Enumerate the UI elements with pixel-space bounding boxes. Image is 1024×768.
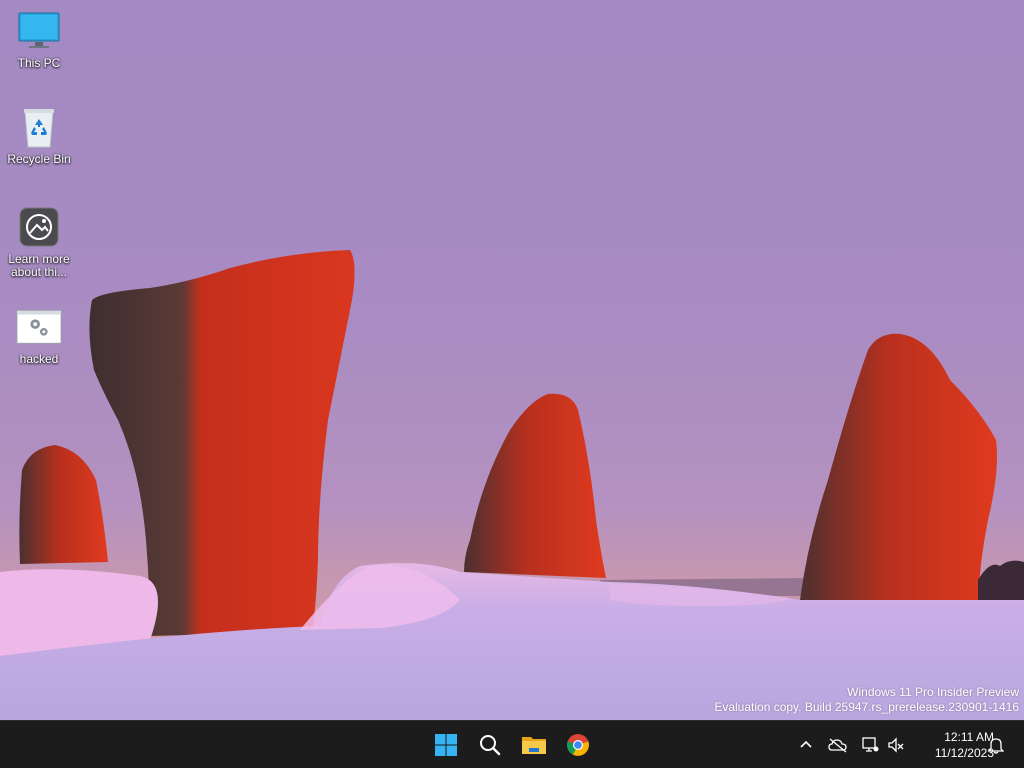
recycle-bin-icon [16,104,62,150]
desktop-icon-recycle-bin[interactable]: Recycle Bin [4,104,74,166]
desktop-icon-learn-more[interactable]: Learn more about thi... [4,204,74,279]
clock-date: 11/12/2023 [934,746,994,760]
onedrive-tray-button[interactable] [826,733,850,757]
search-button[interactable] [470,725,510,765]
file-explorer-button[interactable] [514,725,554,765]
start-button[interactable] [426,725,466,765]
desktop[interactable]: This PC Recycle Bin Learn more about thi… [0,0,1024,720]
volume-tray-button[interactable] [884,733,908,757]
desktop-icon-label: Learn more about thi... [8,252,70,279]
wallpaper-image [0,250,1024,720]
search-icon [480,735,501,756]
learn-more-icon [16,204,62,250]
desktop-icon-label: This PC [17,56,61,70]
network-icon [862,737,879,752]
desktop-icon-this-pc[interactable]: This PC [4,8,74,70]
chrome-button[interactable] [558,725,598,765]
chrome-icon [567,734,589,756]
file-explorer-icon [522,737,546,754]
monitor-icon [16,8,62,54]
clock-time: 12:11 AM [944,730,994,744]
windows-start-icon [435,734,457,756]
onedrive-offline-icon [828,738,847,753]
notification-bell-icon [988,738,1004,754]
watermark-edition: Windows 11 Pro Insider Preview [847,685,1019,699]
volume-muted-icon [888,737,904,753]
desktop-icon-label: Recycle Bin [7,152,71,166]
watermark-build: Evaluation copy. Build 25947.rs_prerelea… [714,700,1019,714]
show-hidden-icons-button[interactable] [794,733,818,757]
desktop-icon-label: hacked [19,352,59,366]
chevron-up-icon [800,740,812,748]
desktop-icon-hacked[interactable]: hacked [4,304,74,366]
settings-file-icon [16,304,62,350]
network-tray-button[interactable] [858,733,882,757]
evaluation-watermark: Windows 11 Pro Insider Preview Evaluatio… [714,685,1019,715]
taskbar: 12:11 AM 11/12/2023 [0,720,1024,768]
notification-center-button[interactable] [984,733,1008,757]
clock-button[interactable]: 12:11 AM 11/12/2023 [912,729,994,761]
